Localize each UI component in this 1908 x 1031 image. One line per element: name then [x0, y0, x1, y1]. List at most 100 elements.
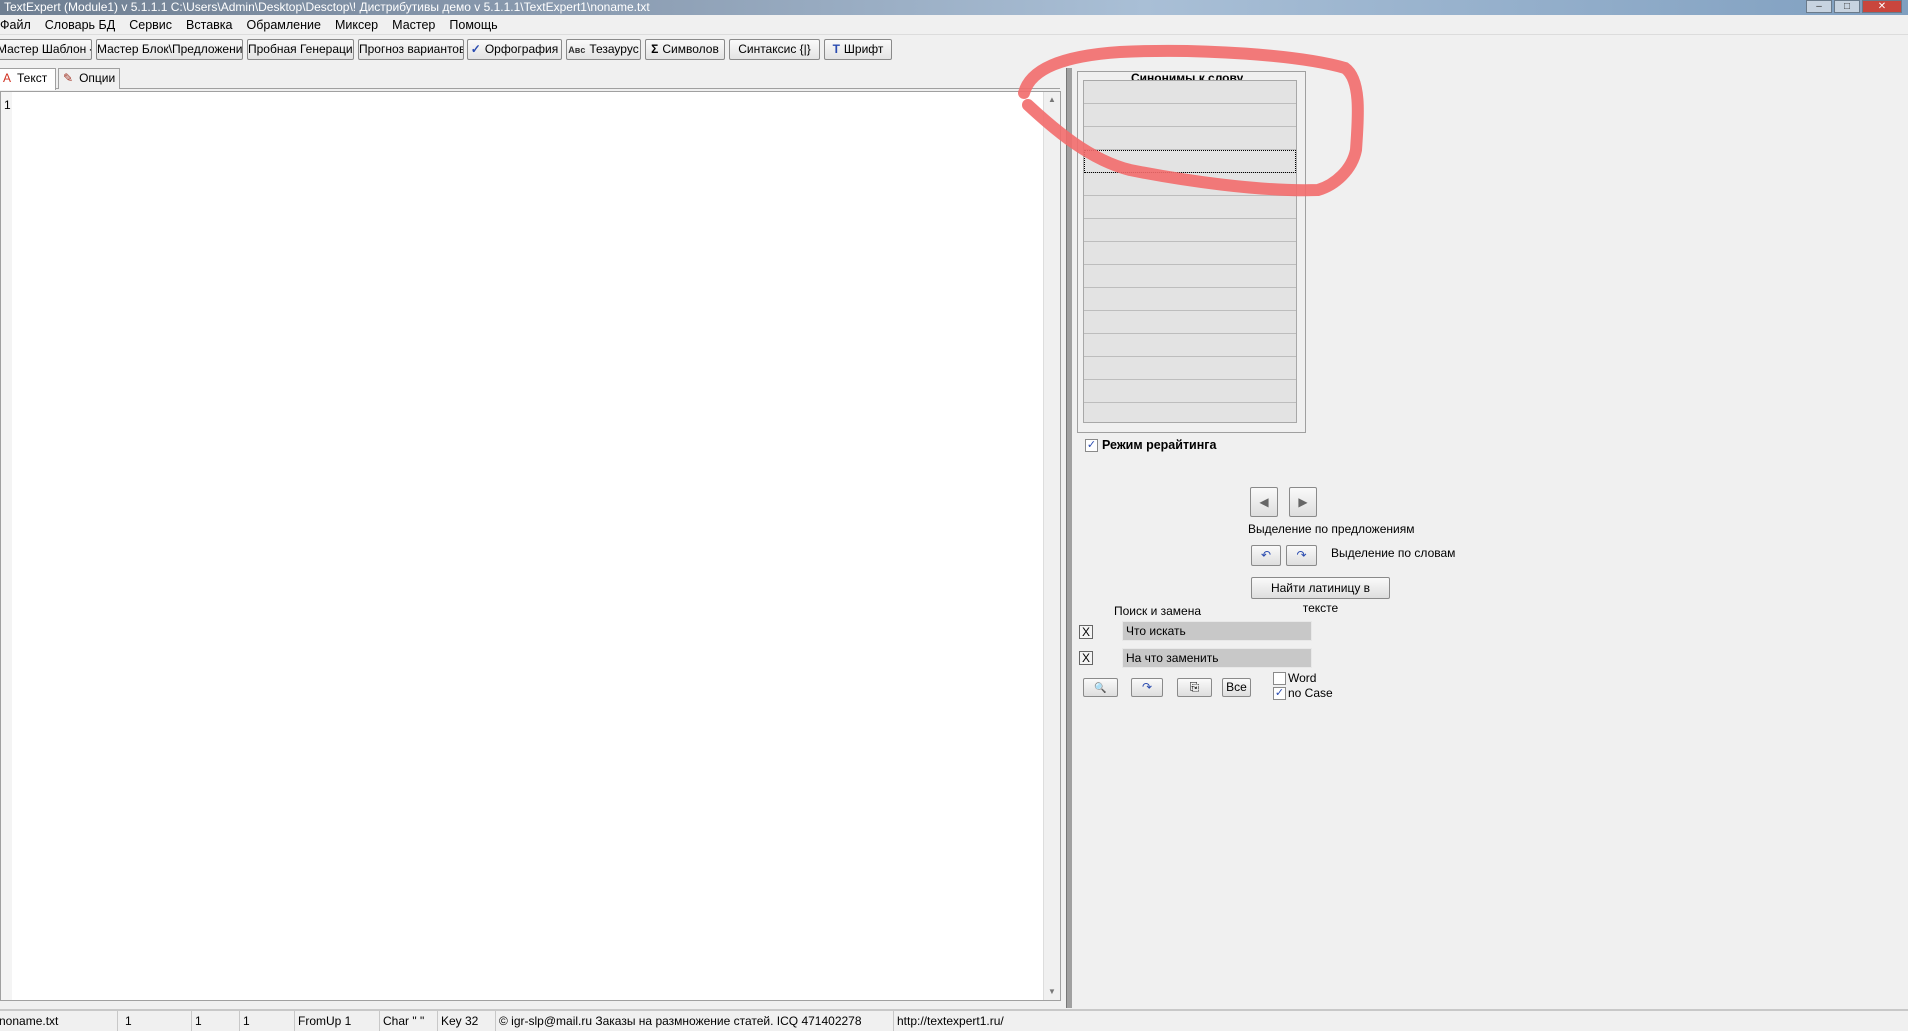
menu-dictionary[interactable]: Словарь БД	[45, 18, 115, 32]
clear-find-button[interactable]: X	[1079, 625, 1093, 639]
list-item[interactable]	[1084, 196, 1296, 219]
next-sentence-button[interactable]: ▶	[1289, 487, 1317, 517]
find-button[interactable]: 🔍	[1083, 678, 1118, 697]
maximize-button[interactable]: □	[1834, 0, 1860, 13]
minimize-button[interactable]: –	[1806, 0, 1832, 13]
button-label: Мастер Блок\Предложение	[97, 42, 243, 56]
find-latin-button[interactable]: Найти латиницу в тексте	[1251, 577, 1390, 615]
clear-replace-button[interactable]: X	[1079, 651, 1093, 665]
vertical-scrollbar[interactable]: ▲ ▼	[1043, 92, 1060, 1000]
list-item[interactable]	[1084, 81, 1296, 104]
arrow-left-icon: ◀	[1259, 495, 1269, 509]
template-wizard-button[interactable]: Мастер Шаблон {|}	[0, 39, 92, 60]
prev-sentence-button[interactable]: ◀	[1250, 487, 1278, 517]
button-label: Прогноз вариантов	[359, 42, 464, 56]
no-case-checkbox[interactable]: ✓	[1273, 687, 1286, 700]
list-item[interactable]	[1084, 265, 1296, 288]
list-item[interactable]	[1084, 242, 1296, 265]
menu-insert[interactable]: Вставка	[186, 18, 232, 32]
title-bar: TextExpert (Module1) v 5.1.1.1 C:\Users\…	[0, 0, 1908, 15]
redo-arrow-icon: ↷	[1141, 680, 1153, 694]
no-case-label: no Case	[1288, 686, 1333, 700]
tab-label: Опции	[79, 71, 116, 85]
rewrite-mode-checkbox[interactable]: ✓	[1085, 439, 1098, 452]
find-input[interactable]: Что искать	[1122, 621, 1312, 641]
replace-input[interactable]: На что заменить	[1122, 648, 1312, 668]
list-item[interactable]	[1084, 104, 1296, 127]
list-item[interactable]	[1084, 150, 1296, 173]
synonyms-list[interactable]	[1083, 80, 1297, 423]
menu-service[interactable]: Сервис	[129, 18, 172, 32]
font-icon: T	[832, 42, 840, 56]
menu-file[interactable]: Файл	[0, 18, 31, 32]
button-label: Пробная Генерация	[248, 42, 354, 56]
button-label: Орфография	[484, 42, 559, 56]
prev-word-button[interactable]: ↶	[1251, 545, 1281, 566]
list-item[interactable]	[1084, 219, 1296, 242]
word-checkbox[interactable]	[1273, 672, 1286, 685]
status-position: 1	[240, 1011, 295, 1031]
status-website-link[interactable]: http://textexpert1.ru/	[894, 1011, 1194, 1031]
button-label: Синтаксис {|}	[738, 42, 811, 56]
symbols-button[interactable]: Σ Символов	[645, 39, 725, 60]
menu-mixer[interactable]: Миксер	[335, 18, 378, 32]
replace-button[interactable]: ⎘	[1177, 678, 1212, 697]
font-button[interactable]: T Шрифт	[824, 39, 892, 60]
list-item[interactable]	[1084, 380, 1296, 403]
search-replace-title: Поиск и замена	[1114, 604, 1202, 618]
word-selection-label: Выделение по словам	[1331, 546, 1456, 560]
panel-splitter[interactable]	[1066, 68, 1072, 1008]
list-item[interactable]	[1084, 173, 1296, 196]
text-icon: A	[3, 71, 12, 85]
replace-all-button[interactable]: Все	[1222, 678, 1251, 697]
list-item[interactable]	[1084, 288, 1296, 311]
sentence-selection-label: Выделение по предложениям	[1248, 522, 1415, 536]
list-item[interactable]	[1084, 311, 1296, 334]
menu-framing[interactable]: Обрамление	[247, 18, 321, 32]
window-title: TextExpert (Module1) v 5.1.1.1 C:\Users\…	[4, 0, 650, 14]
status-copyright: © igr-slp@mail.ru Заказы на размножение …	[496, 1011, 894, 1031]
trial-generation-button[interactable]: Пробная Генерация	[247, 39, 354, 60]
binoculars-icon: 🔍	[1094, 683, 1107, 694]
next-word-button[interactable]: ↷	[1286, 545, 1317, 566]
line-number: 1	[4, 98, 11, 112]
status-fromup: FromUp 1	[295, 1011, 380, 1031]
word-label: Word	[1288, 671, 1317, 685]
spellcheck-icon: ✓	[470, 42, 481, 56]
status-column: 1	[192, 1011, 240, 1031]
list-item[interactable]	[1084, 357, 1296, 380]
thesaurus-icon: Aʙᴄ	[568, 45, 586, 55]
button-label: Шрифт	[843, 42, 884, 56]
button-label: Мастер Шаблон {|}	[0, 42, 91, 56]
syntax-button[interactable]: Синтаксис {|}	[729, 39, 820, 60]
paste-icon: ⎘	[1189, 680, 1200, 694]
redo-arrow-icon: ↷	[1296, 548, 1307, 562]
tab-options[interactable]: ✎ Опции	[58, 68, 120, 89]
status-key: Key 32	[438, 1011, 496, 1031]
spelling-button[interactable]: ✓ Орфография	[467, 39, 562, 60]
status-filename: noname.txt	[0, 1011, 118, 1031]
window-controls: – □ ✕	[1806, 0, 1902, 13]
tab-label: Текст	[17, 71, 48, 85]
status-bar: noname.txt 1 1 1 FromUp 1 Char " " Key 3…	[0, 1009, 1908, 1031]
block-wizard-button[interactable]: Мастер Блок\Предложение	[96, 39, 243, 60]
synonyms-title: Синонимы к слову	[1131, 71, 1244, 80]
arrow-right-icon: ▶	[1298, 495, 1308, 509]
list-item[interactable]	[1084, 127, 1296, 150]
options-icon: ✎	[63, 71, 74, 85]
text-editor[interactable]: 1 ▲ ▼	[0, 91, 1061, 1001]
menu-wizard[interactable]: Мастер	[392, 18, 435, 32]
thesaurus-button[interactable]: Aʙᴄ Тезаурус	[566, 39, 641, 60]
menu-bar: Файл Словарь БД Сервис Вставка Обрамлени…	[0, 16, 1908, 35]
list-item[interactable]	[1084, 334, 1296, 357]
scroll-up-icon[interactable]: ▲	[1044, 92, 1060, 108]
status-line: 1	[122, 1011, 192, 1031]
tab-text[interactable]: A Текст	[0, 68, 56, 90]
button-label: Символов	[662, 42, 719, 56]
menu-help[interactable]: Помощь	[449, 18, 497, 32]
forecast-button[interactable]: Прогноз вариантов	[358, 39, 464, 60]
close-button[interactable]: ✕	[1862, 0, 1902, 13]
scroll-down-icon[interactable]: ▼	[1044, 984, 1060, 1000]
find-next-button[interactable]: ↷	[1131, 678, 1163, 697]
status-char: Char " "	[380, 1011, 438, 1031]
